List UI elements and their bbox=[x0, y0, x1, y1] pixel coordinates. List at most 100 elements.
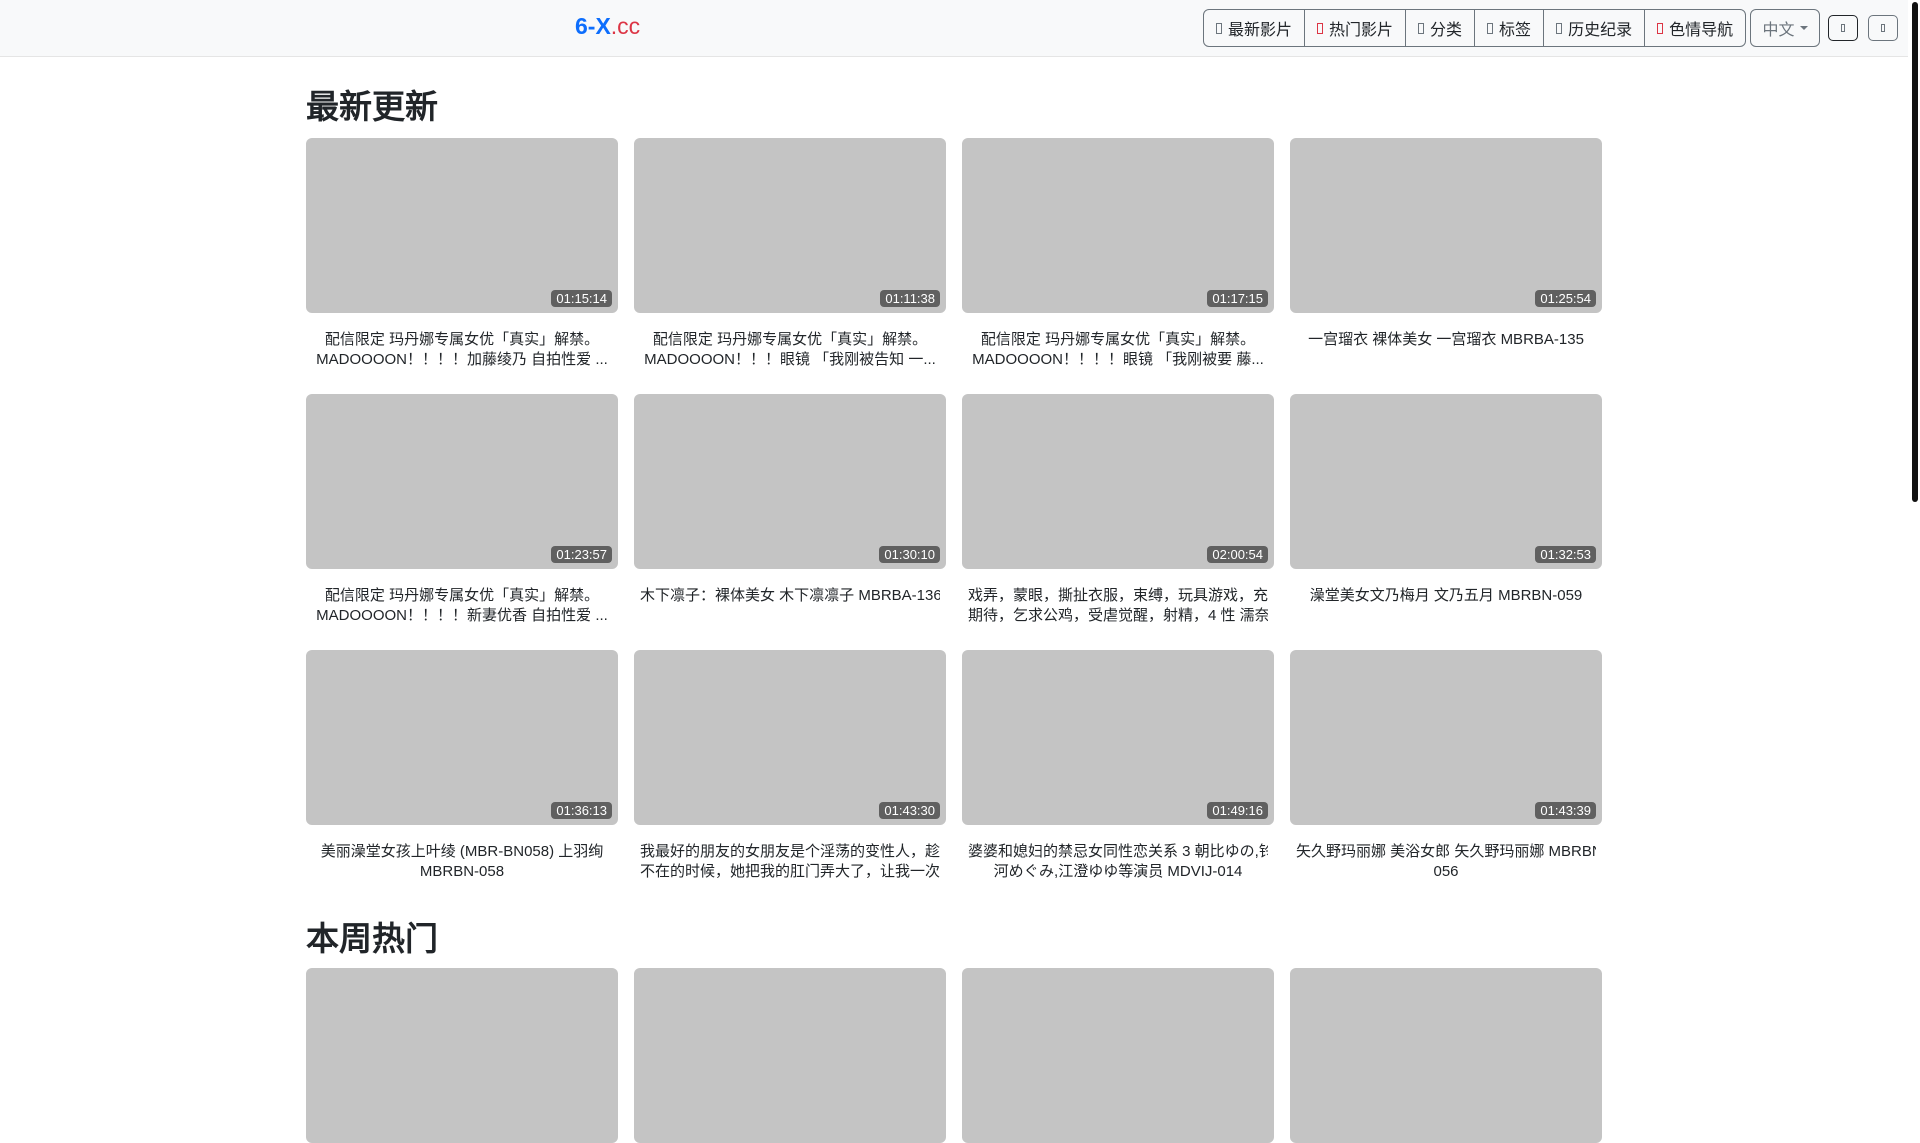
video-thumbnail[interactable]: 01:25:54 bbox=[1290, 138, 1602, 313]
video-card[interactable]: 02:00:54 戏弄，蒙眼，撕扯衣服，束缚，玩具游戏，充满 期待，乞求公鸡，受虐觉… bbox=[962, 394, 1274, 626]
video-card[interactable]: 01:25:54 一宫瑠衣 裸体美女 一宫瑠衣 MBRBA-135 bbox=[1290, 138, 1602, 350]
duration-badge: 01:11:38 bbox=[880, 290, 940, 307]
scrollbar-thumb[interactable] bbox=[1912, 2, 1918, 502]
video-title-line: 我最好的朋友的女朋友是个淫荡的变性人，趁他 bbox=[640, 843, 940, 860]
duration-badge: 02:00:54 bbox=[1207, 546, 1268, 563]
video-card[interactable] bbox=[962, 968, 1274, 1143]
language-label: 中文 bbox=[1762, 22, 1795, 39]
video-title[interactable]: 美丽澡堂女孩上叶绫 (MBR-BN058) 上羽绚 MBRBN-058 bbox=[306, 842, 618, 882]
video-title-line: 婆婆和媳妇的禁忌女同性恋关系 3 朝比ゆの,铃 bbox=[968, 843, 1268, 860]
duration-badge: 01:25:54 bbox=[1535, 290, 1596, 307]
video-card[interactable] bbox=[306, 968, 618, 1143]
video-title-line: 056 bbox=[1433, 863, 1459, 880]
video-title-line: 美丽澡堂女孩上叶绫 (MBR-BN058) 上羽绚 bbox=[320, 843, 604, 860]
video-title-line: 戏弄，蒙眼，撕扯衣服，束缚，玩具游戏，充满 bbox=[968, 587, 1268, 604]
site-logo[interactable]: 6-X.cc bbox=[575, 13, 640, 40]
video-title-line: 配信限定 玛丹娜专属女优「真实」解禁。 bbox=[980, 331, 1256, 348]
video-card[interactable] bbox=[1290, 968, 1602, 1143]
video-title-line: 矢久野玛丽娜 美浴女郎 矢久野玛丽娜 MBRBN- bbox=[1296, 843, 1596, 860]
video-thumbnail[interactable]: 01:17:15 bbox=[962, 138, 1274, 313]
nav-label: 色情导航 bbox=[1669, 22, 1734, 39]
duration-badge: 01:15:14 bbox=[551, 290, 612, 307]
video-title[interactable]: 戏弄，蒙眼，撕扯衣服，束缚，玩具游戏，充满 期待，乞求公鸡，受虐觉醒，射精，4 性… bbox=[962, 586, 1274, 626]
video-thumbnail[interactable] bbox=[1290, 968, 1602, 1143]
video-thumbnail[interactable] bbox=[962, 968, 1274, 1143]
video-card[interactable] bbox=[634, 968, 946, 1143]
video-title[interactable]: 配信限定 玛丹娜专属女优「真实」解禁。 MADOOOON！！！！新妻优香 自拍性爱… bbox=[306, 586, 618, 626]
video-title-line: MADOOOON！！！！新妻优香 自拍性爱 ... bbox=[316, 607, 608, 624]
user-icon bbox=[1881, 24, 1885, 32]
video-thumbnail[interactable]: 01:49:16 bbox=[962, 650, 1274, 825]
video-thumbnail[interactable]: 01:11:38 bbox=[634, 138, 946, 313]
video-card[interactable]: 01:23:57 配信限定 玛丹娜专属女优「真实」解禁。 MADOOOON！！！！新… bbox=[306, 394, 618, 626]
theme-toggle-button[interactable] bbox=[1828, 15, 1858, 41]
nav-history[interactable]: 历史纪录 bbox=[1544, 10, 1646, 46]
new-icon bbox=[1216, 22, 1222, 34]
video-title[interactable]: 澡堂美女文乃梅月 文乃五月 MBRBN-059 bbox=[1290, 586, 1602, 606]
video-thumbnail[interactable] bbox=[634, 968, 946, 1143]
nav-label: 标签 bbox=[1499, 22, 1532, 39]
video-thumbnail[interactable]: 01:32:53 bbox=[1290, 394, 1602, 569]
video-card[interactable]: 01:11:38 配信限定 玛丹娜专属女优「真实」解禁。 MADOOOON！！！眼镜… bbox=[634, 138, 946, 370]
video-title-line: MADOOOON！！！！加藤绫乃 自拍性爱 ... bbox=[316, 351, 608, 368]
duration-badge: 01:32:53 bbox=[1535, 546, 1596, 563]
video-title[interactable]: 婆婆和媳妇的禁忌女同性恋关系 3 朝比ゆの,铃 河めぐみ,江澄ゆゆ等演员 MDVI… bbox=[962, 842, 1274, 882]
video-title[interactable]: 木下凛子：裸体美女 木下凛凛子 MBRBA-136 bbox=[634, 586, 946, 606]
video-title-line: 期待，乞求公鸡，受虐觉醒，射精，4 性 濡奈... bbox=[968, 607, 1268, 624]
video-card[interactable]: 01:32:53 澡堂美女文乃梅月 文乃五月 MBRBN-059 bbox=[1290, 394, 1602, 606]
language-dropdown[interactable]: 中文 bbox=[1750, 9, 1820, 47]
duration-badge: 01:36:13 bbox=[551, 802, 612, 819]
video-card[interactable]: 01:49:16 婆婆和媳妇的禁忌女同性恋关系 3 朝比ゆの,铃 河めぐみ,江澄ゆゆ… bbox=[962, 650, 1274, 882]
video-thumbnail[interactable]: 02:00:54 bbox=[962, 394, 1274, 569]
video-title-line: 澡堂美女文乃梅月 文乃五月 MBRBN-059 bbox=[1309, 587, 1583, 604]
video-title-line: MADOOOON！！！眼镜 「我刚被告知 一... bbox=[644, 351, 936, 368]
logo-tld: .cc bbox=[610, 13, 641, 39]
nav-label: 历史纪录 bbox=[1568, 22, 1633, 39]
caret-down-icon bbox=[1799, 26, 1808, 30]
video-card[interactable]: 01:17:15 配信限定 玛丹娜专属女优「真实」解禁。 MADOOOON！！！！眼… bbox=[962, 138, 1274, 370]
video-thumbnail[interactable]: 01:23:57 bbox=[306, 394, 618, 569]
video-thumbnail[interactable]: 01:15:14 bbox=[306, 138, 618, 313]
video-card[interactable]: 01:30:10 木下凛子：裸体美女 木下凛凛子 MBRBA-136 bbox=[634, 394, 946, 606]
video-title[interactable]: 我最好的朋友的女朋友是个淫荡的变性人，趁他 不在的时候，她把我的肛门弄大了，让我一… bbox=[634, 842, 946, 882]
logo-main: 6-X bbox=[575, 13, 611, 39]
duration-badge: 01:49:16 bbox=[1207, 802, 1268, 819]
user-button[interactable] bbox=[1868, 15, 1898, 41]
video-card[interactable]: 01:36:13 美丽澡堂女孩上叶绫 (MBR-BN058) 上羽绚 MBRBN-0… bbox=[306, 650, 618, 882]
video-thumbnail[interactable] bbox=[306, 968, 618, 1143]
video-thumbnail[interactable]: 01:43:39 bbox=[1290, 650, 1602, 825]
duration-badge: 01:43:39 bbox=[1535, 802, 1596, 819]
nav-label: 热门影片 bbox=[1329, 22, 1394, 39]
video-card[interactable]: 01:43:30 我最好的朋友的女朋友是个淫荡的变性人，趁他 不在的时候，她把我的肛… bbox=[634, 650, 946, 882]
video-title-line: 配信限定 玛丹娜专属女优「真实」解禁。 bbox=[324, 331, 600, 348]
video-title[interactable]: 矢久野玛丽娜 美浴女郎 矢久野玛丽娜 MBRBN- 056 bbox=[1290, 842, 1602, 882]
video-thumbnail[interactable]: 01:30:10 bbox=[634, 394, 946, 569]
section-title: 最新更新 bbox=[306, 88, 438, 125]
video-title-line: 配信限定 玛丹娜专属女优「真实」解禁。 bbox=[652, 331, 928, 348]
video-title[interactable]: 配信限定 玛丹娜专属女优「真实」解禁。 MADOOOON！！！！加藤绫乃 自拍性爱… bbox=[306, 330, 618, 370]
scrollbar[interactable] bbox=[1908, 0, 1920, 1080]
video-title[interactable]: 配信限定 玛丹娜专属女优「真实」解禁。 MADOOOON！！！眼镜 「我刚被告知 … bbox=[634, 330, 946, 370]
nav-new[interactable]: 最新影片 bbox=[1204, 10, 1306, 46]
navbar: 6-X.cc 最新影片 热门影片 分类 标签 历史纪录 色情导航 中文 bbox=[0, 0, 1908, 57]
video-title[interactable]: 一宫瑠衣 裸体美女 一宫瑠衣 MBRBA-135 bbox=[1290, 330, 1602, 350]
nav-label: 最新影片 bbox=[1228, 22, 1293, 39]
nav-tag[interactable]: 标签 bbox=[1475, 10, 1545, 46]
theme-icon bbox=[1841, 24, 1845, 32]
video-card[interactable]: 01:43:39 矢久野玛丽娜 美浴女郎 矢久野玛丽娜 MBRBN- 056 bbox=[1290, 650, 1602, 882]
category-icon bbox=[1418, 22, 1425, 34]
nav-category[interactable]: 分类 bbox=[1406, 10, 1476, 46]
nav-label: 分类 bbox=[1430, 22, 1463, 39]
navigation-icon bbox=[1657, 22, 1664, 34]
nav-navigation[interactable]: 色情导航 bbox=[1645, 10, 1745, 46]
video-thumbnail[interactable]: 01:36:13 bbox=[306, 650, 618, 825]
video-title[interactable]: 配信限定 玛丹娜专属女优「真实」解禁。 MADOOOON！！！！眼镜 「我刚被要 … bbox=[962, 330, 1274, 370]
duration-badge: 01:30:10 bbox=[879, 546, 940, 563]
video-title-line: 不在的时候，她把我的肛门弄大了，让我一次... bbox=[640, 863, 940, 880]
section-title: 本周热门 bbox=[306, 920, 438, 957]
video-title-line: MADOOOON！！！！眼镜 「我刚被要 藤... bbox=[972, 351, 1264, 368]
tag-icon bbox=[1487, 22, 1494, 34]
video-thumbnail[interactable]: 01:43:30 bbox=[634, 650, 946, 825]
video-card[interactable]: 01:15:14 配信限定 玛丹娜专属女优「真实」解禁。 MADOOOON！！！！加… bbox=[306, 138, 618, 370]
nav-fire[interactable]: 热门影片 bbox=[1305, 10, 1407, 46]
